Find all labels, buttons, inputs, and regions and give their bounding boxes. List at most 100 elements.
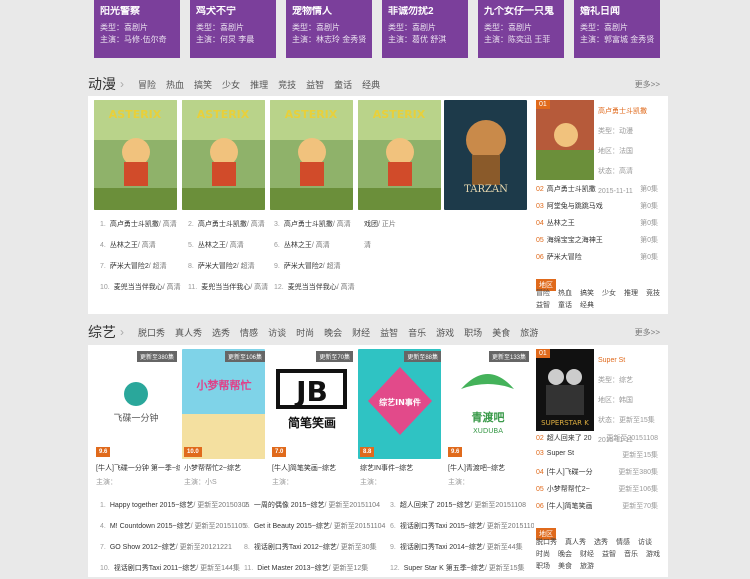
top-card[interactable]: 阳光警察 类型：喜剧片 主演：马修·伍尔奇 [94, 0, 180, 58]
variety-poster[interactable]: JB 简笔笑画 更新至70集 7.0 [270, 349, 353, 459]
top-card[interactable]: 非诚勿扰2 类型：喜剧片 主演：葛优 舒淇 [382, 0, 468, 58]
side-tag[interactable]: 职场 [536, 561, 550, 571]
rank-item[interactable]: 05 小梦帮帮忙2~ 更新至106集 [536, 484, 658, 494]
section-tag[interactable]: 益智 [380, 326, 398, 339]
rank-item[interactable]: 04 [牛人]飞碟一分 更新至380集 [536, 467, 658, 477]
section-tag[interactable]: 少女 [222, 78, 240, 91]
section-tag[interactable]: 选秀 [212, 326, 230, 339]
more-link[interactable]: 更多>> [635, 327, 660, 338]
side-tag[interactable]: 少女 [602, 288, 616, 298]
list-item[interactable]: 4. 丛林之王/ 高清 [100, 235, 186, 256]
list-item[interactable]: 12. 麦兜当当伴我心/ 高清 [274, 277, 360, 298]
list-item[interactable]: 7. 萨米大冒险2/ 超清 [100, 256, 186, 277]
side-tag[interactable]: 童话 [558, 300, 572, 310]
more-link[interactable]: 更多>> [635, 79, 660, 90]
section-tag[interactable]: 美食 [492, 326, 510, 339]
side-tag[interactable]: 访谈 [638, 537, 652, 547]
rank-item[interactable]: 02 高卢勇士斗凯撒 第0集 [536, 184, 658, 194]
section-tag[interactable]: 推理 [250, 78, 268, 91]
list-item[interactable]: 2. 高卢勇士斗凯撒/ 高清 [188, 214, 274, 235]
rank-item[interactable]: 04 丛林之王 第0集 [536, 218, 658, 228]
list-item[interactable]: 12. Super Star K 第五季~综艺/ 更新至15集 [390, 558, 540, 579]
variety-card-title[interactable]: 小梦帮帮忙2~综艺 [184, 463, 268, 473]
poster-asterix-2[interactable]: ASTERIX [182, 100, 265, 210]
side-tag[interactable]: 益智 [602, 549, 616, 559]
side-tag[interactable]: 旅游 [580, 561, 594, 571]
rank-item[interactable]: 02 超人回来了 20 更新至20151108 [536, 433, 658, 443]
list-item[interactable]: 11. 麦兜当当伴我心/ 高清 [188, 277, 274, 298]
list-item[interactable]: 9. 萨米大冒险2/ 超清 [274, 256, 360, 277]
list-item[interactable]: 6. 丛林之王/ 高清 [274, 235, 360, 256]
section-tag[interactable]: 真人秀 [175, 326, 202, 339]
side-tag[interactable]: 真人秀 [565, 537, 586, 547]
section-tag[interactable]: 搞笑 [194, 78, 212, 91]
list-item[interactable]: 4. M! Countdown 2015~综艺/ 更新至20151105 [100, 516, 246, 537]
top-card[interactable]: 鸡犬不宁 类型：喜剧片 主演：何炅 李晨 [190, 0, 276, 58]
list-item[interactable] [360, 277, 446, 298]
rank-item[interactable]: 03 阿堂兔与跳跳马戏 第0集 [536, 201, 658, 211]
poster-asterix[interactable]: ASTERIX [94, 100, 177, 210]
list-item[interactable]: 7. GO Show 2012~综艺/ 更新至20121221 [100, 537, 240, 558]
list-item[interactable]: 10. 麦兜当当伴我心/ 高清 [100, 277, 186, 298]
list-item[interactable] [360, 256, 446, 277]
section-tag[interactable]: 财经 [352, 326, 370, 339]
section-tag[interactable]: 益智 [306, 78, 324, 91]
list-item[interactable]: 2. 一周的偶像 2015~综艺/ 更新至20151104 [244, 495, 384, 516]
side-tag[interactable]: 搞笑 [580, 288, 594, 298]
side-tag[interactable]: 冒险 [536, 288, 550, 298]
top-card[interactable]: 婚礼日闻 类型：喜剧片 主演：郭富城 金秀贤 [574, 0, 660, 58]
rank-item[interactable]: 06 萨米大冒险 第0集 [536, 252, 658, 262]
list-item[interactable]: 6. 视话剧口秀Taxi 2015~综艺/ 更新至20151103 [390, 516, 540, 537]
side-tag[interactable]: 益智 [536, 300, 550, 310]
side-tag[interactable]: 财经 [580, 549, 594, 559]
poster-tarzan[interactable]: TARZAN [444, 100, 527, 210]
section-tag[interactable]: 访谈 [268, 326, 286, 339]
section-tag[interactable]: 旅游 [520, 326, 538, 339]
side-tag[interactable]: 情感 [616, 537, 630, 547]
section-tag[interactable]: 经典 [362, 78, 380, 91]
section-tag[interactable]: 冒险 [138, 78, 156, 91]
variety-poster[interactable]: 青渡吧 XUDUBA 更新至133集 9.6 [446, 349, 529, 459]
featured-title[interactable]: Super St [598, 351, 655, 371]
list-item[interactable]: 5. 丛林之王/ 高清 [188, 235, 274, 256]
variety-poster[interactable]: 小梦帮帮忙 更新至106集 10.0 [182, 349, 265, 459]
featured-poster[interactable]: 01 [536, 100, 594, 180]
section-tag[interactable]: 童话 [334, 78, 352, 91]
section-tag[interactable]: 音乐 [408, 326, 426, 339]
poster-asterix-3[interactable]: ASTERIX [270, 100, 353, 210]
list-item[interactable]: 3. 超人回来了 2015~综艺/ 更新至20151108 [390, 495, 540, 516]
side-tag[interactable]: 经典 [580, 300, 594, 310]
list-item[interactable]: 10. 视话剧口秀Taxi 2011~综艺/ 更新至144集 [100, 558, 240, 579]
side-tag[interactable]: 美食 [558, 561, 572, 571]
side-tag[interactable]: 晚会 [558, 549, 572, 559]
list-item[interactable]: 戏团/ 正片 [360, 214, 446, 235]
list-item[interactable]: 8. 萨米大冒险2/ 超清 [188, 256, 274, 277]
section-tag[interactable]: 情感 [240, 326, 258, 339]
section-tag[interactable]: 热血 [166, 78, 184, 91]
variety-poster[interactable]: 综艺IN事件 更新至88集 8.8 [358, 349, 441, 459]
section-tag[interactable]: 时尚 [296, 326, 314, 339]
variety-poster[interactable]: 飞碟一分钟 更新至380集 9.6 [94, 349, 177, 459]
list-item[interactable]: 5. Get it Beauty 2015~综艺/ 更新至20151104 [244, 516, 385, 537]
section-tag[interactable]: 晚会 [324, 326, 342, 339]
side-tag[interactable]: 选秀 [594, 537, 608, 547]
side-tag[interactable]: 脱口秀 [536, 537, 557, 547]
list-item[interactable]: 11. Diet Master 2013~综艺/ 更新至12集 [244, 558, 384, 579]
featured-title[interactable]: 高卢勇士斗凯撒 [598, 102, 647, 122]
section-tag[interactable]: 竞技 [278, 78, 296, 91]
side-tag[interactable]: 时尚 [536, 549, 550, 559]
list-item[interactable]: 9. 视话剧口秀Taxi 2014~综艺/ 更新至44集 [390, 537, 540, 558]
variety-card-title[interactable]: [牛人]青渡吧~综艺 [448, 463, 532, 473]
side-tag[interactable]: 热血 [558, 288, 572, 298]
top-card[interactable]: 九个女仔一只鬼 类型：喜剧片 主演：陈奕迅 王菲 [478, 0, 564, 58]
variety-card-title[interactable]: [牛人]飞碟一分钟 第一季~综 [96, 463, 180, 473]
side-tag[interactable]: 音乐 [624, 549, 638, 559]
top-card[interactable]: 宠物情人 类型：喜剧片 主演：林志玲 金秀贤 [286, 0, 372, 58]
side-tag[interactable]: 游戏 [646, 549, 660, 559]
list-item[interactable]: 8. 视话剧口秀Taxi 2012~综艺/ 更新至30集 [244, 537, 384, 558]
section-tag[interactable]: 游戏 [436, 326, 454, 339]
list-item[interactable]: 3. 高卢勇士斗凯撒/ 高清 [274, 214, 360, 235]
list-item[interactable]: 1. Happy together 2015~综艺/ 更新至20150305 [100, 495, 249, 516]
featured-poster[interactable]: SUPERSTAR K 01 [536, 349, 594, 431]
variety-card-title[interactable]: [牛人]简笔笑画~综艺 [272, 463, 356, 473]
